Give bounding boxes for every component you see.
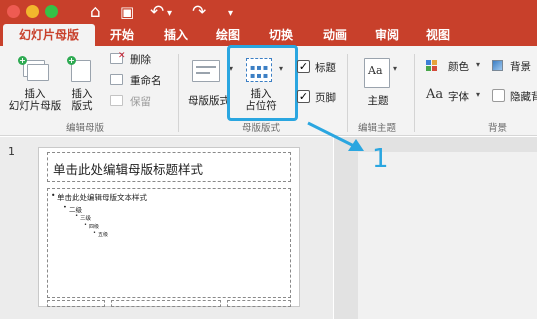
- ribbon-tab-bar: 幻灯片母版 开始 插入 绘图 切换 动画 审阅 视图: [0, 24, 537, 46]
- group-divider: [178, 54, 179, 132]
- redo-icon[interactable]: ↷: [192, 3, 206, 21]
- master-layout-button[interactable]: 母版版式: [188, 50, 232, 112]
- tab-draw[interactable]: 绘图: [208, 24, 248, 46]
- preserve-icon: [110, 95, 123, 106]
- insert-placeholder-dropdown-icon[interactable]: ▾: [279, 64, 283, 73]
- slide-number: 1: [8, 145, 15, 158]
- rename-label: 重命名: [130, 75, 162, 87]
- themes-label: 主题: [367, 95, 389, 107]
- delete-button[interactable]: ✕ 删除: [110, 51, 170, 68]
- insert-slide-master-button[interactable]: + 插入 幻灯片母版: [9, 50, 61, 112]
- undo-dropdown-icon[interactable]: ▾: [167, 5, 172, 23]
- close-window-button[interactable]: [7, 5, 20, 18]
- title-checkbox-label: 标题: [315, 62, 336, 74]
- delete-x-icon: ✕: [118, 51, 126, 61]
- layout-line: [196, 66, 216, 68]
- themes-dropdown-icon[interactable]: ▾: [393, 64, 397, 73]
- footer-placeholder[interactable]: [111, 300, 221, 307]
- fonts-label: 字体: [448, 91, 469, 103]
- fonts-button[interactable]: Aa 字体 ▾: [426, 87, 486, 105]
- colors-icon-swatch: [432, 66, 437, 71]
- home-icon[interactable]: ⌂: [90, 3, 101, 21]
- add-icon: +: [18, 56, 27, 65]
- slide-master-icon-layer: [27, 64, 49, 81]
- delete-label: 删除: [130, 54, 151, 66]
- colors-icon-swatch: [426, 66, 431, 71]
- rename-button[interactable]: 重命名: [110, 73, 170, 89]
- body-level1-text: 单击此处编辑母版文本样式: [57, 193, 147, 202]
- footer-checkbox[interactable]: ✓ 页脚: [297, 90, 347, 106]
- group-label-master-layout: 母版版式: [242, 123, 281, 134]
- theme-aa-icon: Aa: [368, 64, 383, 77]
- preserve-button[interactable]: 保留: [110, 94, 170, 110]
- background-styles-icon: [492, 60, 503, 71]
- insert-placeholder-button[interactable]: ▪▪▪ ▪▪▪ 插入 占位符: [238, 50, 284, 112]
- tab-insert[interactable]: 插入: [156, 24, 196, 46]
- date-placeholder[interactable]: [47, 300, 105, 307]
- hide-background-label: 隐藏背: [510, 91, 537, 103]
- layout-line: [196, 72, 210, 74]
- tab-animations[interactable]: 动画: [315, 24, 355, 46]
- master-layout-icon: [192, 60, 220, 82]
- save-icon[interactable]: ▣: [120, 3, 134, 21]
- body-level3-bullet: •: [75, 213, 79, 219]
- undo-icon[interactable]: ↶: [150, 3, 164, 21]
- body-level5-bullet: •: [93, 230, 96, 236]
- themes-button[interactable]: Aa 主题: [358, 50, 402, 112]
- title-placeholder-text: 单击此处编辑母版标题样式: [53, 162, 204, 177]
- body-level2-bullet: •: [63, 203, 67, 211]
- fonts-icon: Aa: [426, 87, 444, 102]
- group-divider: [414, 54, 415, 132]
- customize-toolbar-icon[interactable]: ▾: [228, 5, 233, 23]
- group-label-background: 背景: [488, 123, 508, 134]
- tab-slide-master[interactable]: 幻灯片母版: [3, 24, 95, 46]
- annotation-number: 1: [372, 144, 389, 174]
- annotation-arrow-line: [307, 121, 357, 149]
- body-level5-text: 五级: [98, 232, 109, 238]
- hide-background-check-icon: [492, 89, 505, 102]
- colors-icon: [426, 60, 431, 65]
- tab-view[interactable]: 视图: [418, 24, 458, 46]
- body-level4-bullet: •: [84, 222, 87, 228]
- thumbnail-pane: 1 单击此处编辑母版标题样式 • 单击此处编辑母版文本样式 • 二级 • 三级 …: [0, 137, 333, 319]
- add-icon: +: [67, 56, 76, 65]
- placeholder-grid-icon: ▪▪▪ ▪▪▪: [250, 63, 270, 80]
- preserve-label: 保留: [130, 96, 151, 108]
- slide-number-placeholder[interactable]: [227, 300, 291, 307]
- colors-dropdown-icon: ▾: [476, 60, 481, 69]
- body-level3-text: 三级: [80, 216, 92, 222]
- insert-layout-button[interactable]: + 插入 版式: [64, 50, 100, 112]
- title-check-icon: ✓: [297, 60, 310, 73]
- body-placeholder[interactable]: [47, 188, 291, 298]
- rename-icon: [110, 74, 123, 85]
- ribbon: + 插入 幻灯片母版 + 插入 版式 ✕ 删除 重命名 保留 编辑母版 母版版式…: [0, 45, 537, 136]
- group-label-edit-master: 编辑母版: [66, 123, 105, 134]
- background-styles-label: 背景: [510, 61, 531, 73]
- tab-home[interactable]: 开始: [102, 24, 142, 46]
- title-bar: ⌂ ▣ ↶ ▾ ↷ ▾: [0, 0, 537, 24]
- master-layout-label: 母版版式: [188, 95, 230, 107]
- body-level4-text: 四级: [89, 224, 100, 230]
- colors-icon-swatch: [432, 60, 437, 65]
- insert-slide-master-label: 插入 幻灯片母版: [8, 88, 62, 112]
- background-styles-button[interactable]: 背景: [492, 59, 537, 75]
- slide-master-thumbnail[interactable]: 单击此处编辑母版标题样式 • 单击此处编辑母版文本样式 • 二级 • 三级 • …: [38, 147, 300, 307]
- hide-background-checkbox[interactable]: 隐藏背: [492, 89, 537, 105]
- zoom-window-button[interactable]: [45, 5, 58, 18]
- insert-placeholder-label: 插入 占位符: [245, 88, 277, 112]
- colors-label: 颜色: [448, 61, 469, 73]
- title-checkbox[interactable]: ✓ 标题: [297, 60, 347, 76]
- insert-layout-label: 插入 版式: [71, 88, 93, 112]
- fonts-dropdown-icon: ▾: [476, 90, 481, 99]
- colors-button[interactable]: 颜色 ▾: [426, 59, 486, 75]
- tab-transitions[interactable]: 切换: [261, 24, 301, 46]
- slide-canvas[interactable]: [358, 152, 537, 319]
- footer-checkbox-label: 页脚: [315, 92, 336, 104]
- tab-review[interactable]: 审阅: [367, 24, 407, 46]
- annotation-arrow-icon: [307, 121, 364, 151]
- minimize-window-button[interactable]: [26, 5, 39, 18]
- footer-check-icon: ✓: [297, 90, 310, 103]
- body-level1-bullet: •: [51, 191, 56, 200]
